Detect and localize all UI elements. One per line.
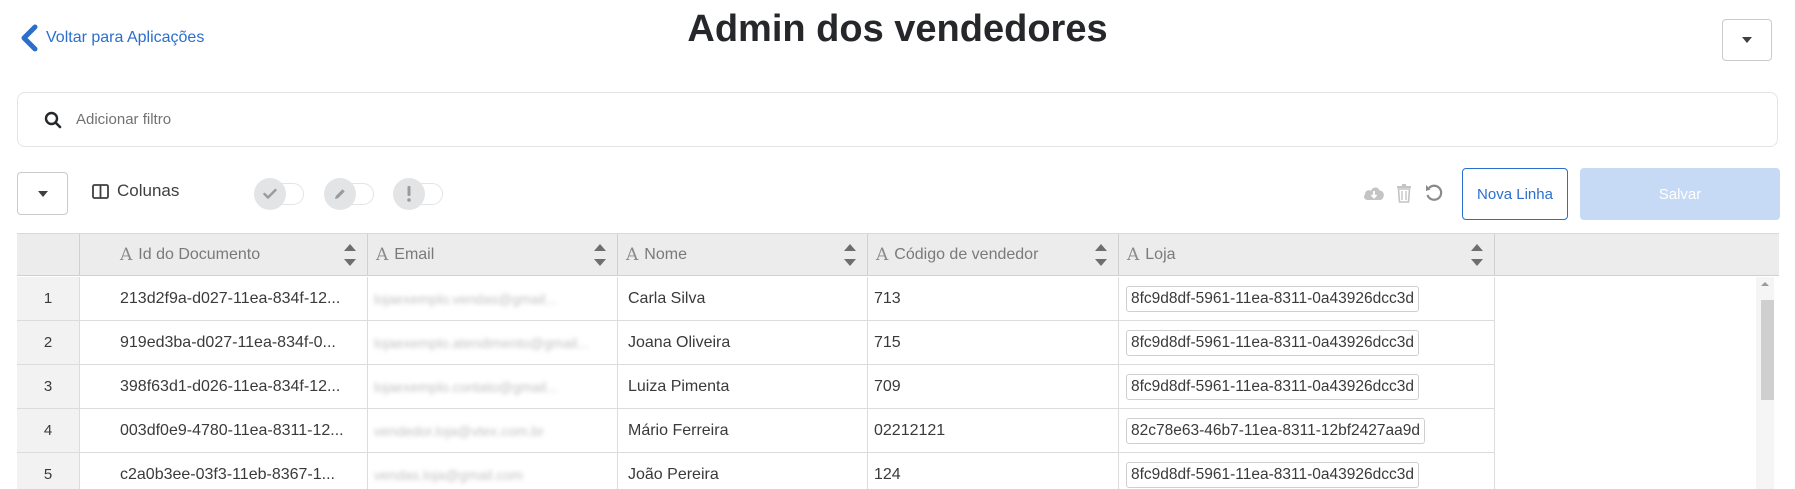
- cell-nome[interactable]: Mário Ferreira: [618, 409, 868, 453]
- sort-icon[interactable]: [1470, 240, 1484, 270]
- header-email[interactable]: A Email: [368, 234, 618, 276]
- undo-icon[interactable]: [1422, 181, 1446, 205]
- email-value: vendedor.loja@vtex.com.br: [374, 422, 544, 439]
- caret-down-icon: [37, 190, 48, 197]
- cloud-download-icon[interactable]: [1362, 181, 1386, 205]
- cell-nome[interactable]: Luiza Pimenta: [618, 365, 868, 409]
- save-button[interactable]: Salvar: [1580, 168, 1780, 220]
- header-row-number: [17, 234, 80, 276]
- row-number: 2: [17, 321, 80, 365]
- check-icon: [254, 178, 286, 210]
- loja-value[interactable]: 8fc9d8df-5961-11ea-8311-0a43926dcc3d: [1126, 373, 1419, 400]
- cell-loja[interactable]: 8fc9d8df-5961-11ea-8311-0a43926dcc3d: [1119, 321, 1495, 365]
- cell-loja[interactable]: 8fc9d8df-5961-11ea-8311-0a43926dcc3d: [1119, 365, 1495, 409]
- warning-toggle[interactable]: [393, 178, 447, 210]
- header-label: Loja: [1145, 246, 1176, 263]
- cell-nome[interactable]: Carla Silva: [618, 277, 868, 321]
- sort-icon[interactable]: [593, 240, 607, 270]
- cell-codigo[interactable]: 713: [868, 277, 1119, 321]
- loja-value[interactable]: 8fc9d8df-5961-11ea-8311-0a43926dcc3d: [1126, 285, 1419, 312]
- cell-codigo[interactable]: 715: [868, 321, 1119, 365]
- cell-email[interactable]: lojaexemplo.contato@gmail...: [368, 365, 618, 409]
- columns-button[interactable]: Colunas: [92, 181, 179, 201]
- scrollbar-thumb[interactable]: [1761, 300, 1774, 400]
- new-row-button[interactable]: Nova Linha: [1462, 168, 1568, 220]
- search-icon: [44, 111, 62, 128]
- row-number: 5: [17, 453, 80, 489]
- columns-icon: [92, 183, 109, 199]
- row-number: 3: [17, 365, 80, 409]
- text-type-icon: A: [876, 245, 889, 265]
- caret-down-icon: [1742, 37, 1752, 43]
- cell-email[interactable]: vendedor.loja@vtex.com.br: [368, 409, 618, 453]
- email-value: vendas.loja@gmail.com: [374, 466, 523, 483]
- header-id-do-documento[interactable]: A Id do Documento: [80, 234, 368, 276]
- cell-loja[interactable]: 8fc9d8df-5961-11ea-8311-0a43926dcc3d: [1119, 453, 1495, 489]
- email-value: lojaexemplo.contato@gmail...: [374, 378, 558, 395]
- header-label: Nome: [644, 246, 687, 263]
- sort-icon[interactable]: [1094, 240, 1108, 270]
- cell-nome[interactable]: João Pereira: [618, 453, 868, 489]
- cell-email[interactable]: lojaexemplo.atendimento@gmail...: [368, 321, 618, 365]
- account-dropdown[interactable]: [1722, 19, 1772, 61]
- cell-id[interactable]: 919ed3ba-d027-11ea-834f-0...: [80, 321, 368, 365]
- loja-value[interactable]: 82c78e63-46b7-11ea-8311-12bf2427aa9d: [1126, 417, 1426, 444]
- cell-codigo[interactable]: 02212121: [868, 409, 1119, 453]
- trash-icon[interactable]: [1392, 181, 1416, 205]
- cell-loja[interactable]: 8fc9d8df-5961-11ea-8311-0a43926dcc3d: [1119, 277, 1495, 321]
- filter-placeholder: Adicionar filtro: [76, 111, 172, 128]
- exclamation-icon: [393, 178, 425, 210]
- cell-id[interactable]: 398f63d1-d026-11ea-834f-12...: [80, 365, 368, 409]
- header-label: Email: [394, 246, 435, 263]
- header-label: Id do Documento: [138, 246, 261, 263]
- cell-email[interactable]: vendas.loja@gmail.com: [368, 453, 618, 489]
- text-type-icon: A: [1127, 245, 1140, 265]
- page-title: Admin dos vendedores: [687, 8, 1108, 50]
- header-nome[interactable]: A Nome: [618, 234, 868, 276]
- cell-codigo[interactable]: 709: [868, 365, 1119, 409]
- email-value: lojaexemplo.vendas@gmail...: [374, 290, 558, 307]
- rows-per-page-select[interactable]: [17, 172, 68, 215]
- approve-toggle[interactable]: [254, 178, 308, 210]
- data-grid: A Id do Documento A Email A Nome A Códig…: [17, 233, 1779, 489]
- cell-nome[interactable]: Joana Oliveira: [618, 321, 868, 365]
- cell-loja[interactable]: 82c78e63-46b7-11ea-8311-12bf2427aa9d: [1119, 409, 1495, 453]
- grid-header: A Id do Documento A Email A Nome A Códig…: [17, 234, 1779, 276]
- columns-label: Colunas: [117, 181, 180, 200]
- cell-id[interactable]: 003df0e9-4780-11ea-8311-12...: [80, 409, 368, 453]
- pencil-icon: [324, 178, 356, 210]
- cell-id[interactable]: c2a0b3ee-03f3-11eb-8367-1...: [80, 453, 368, 489]
- edit-toggle[interactable]: [324, 178, 378, 210]
- email-value: lojaexemplo.atendimento@gmail...: [374, 334, 589, 351]
- loja-value[interactable]: 8fc9d8df-5961-11ea-8311-0a43926dcc3d: [1126, 461, 1419, 488]
- header-codigo-de-vendedor[interactable]: A Código de vendedor: [868, 234, 1119, 276]
- scroll-up-icon[interactable]: [1756, 279, 1774, 289]
- header-loja[interactable]: A Loja: [1119, 234, 1495, 276]
- header-label: Código de vendedor: [894, 246, 1039, 263]
- cell-codigo[interactable]: 124: [868, 453, 1119, 489]
- row-number: 4: [17, 409, 80, 453]
- sort-icon[interactable]: [843, 240, 857, 270]
- sort-icon[interactable]: [343, 240, 357, 270]
- text-type-icon: A: [626, 245, 639, 265]
- text-type-icon: A: [376, 245, 389, 265]
- text-type-icon: A: [120, 245, 133, 265]
- cell-id[interactable]: 213d2f9a-d027-11ea-834f-12...: [80, 277, 368, 321]
- loja-value[interactable]: 8fc9d8df-5961-11ea-8311-0a43926dcc3d: [1126, 329, 1419, 356]
- filter-bar[interactable]: Adicionar filtro: [17, 92, 1778, 147]
- row-number: 1: [17, 277, 80, 321]
- cell-email[interactable]: lojaexemplo.vendas@gmail...: [368, 277, 618, 321]
